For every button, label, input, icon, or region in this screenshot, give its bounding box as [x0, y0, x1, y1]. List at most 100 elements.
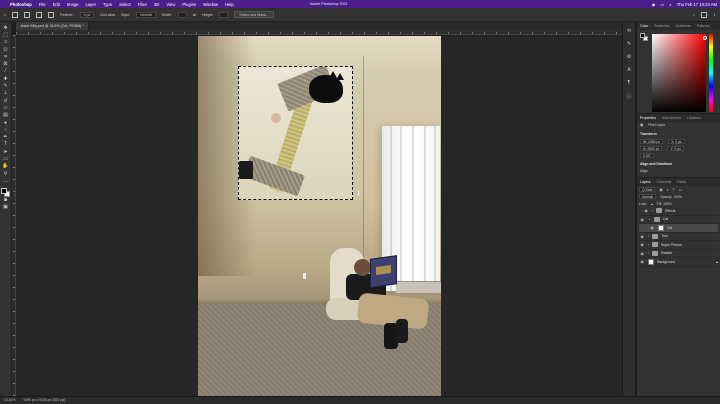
visibility-eye-icon[interactable]: ◉	[639, 242, 645, 247]
lasso-tool-icon[interactable]: ↄ	[2, 40, 9, 46]
visibility-eye-icon[interactable]: ◉	[639, 251, 645, 256]
tab-patterns[interactable]: Patterns	[697, 24, 710, 28]
menu-image[interactable]: Image	[67, 2, 79, 7]
eraser-tool-icon[interactable]: ▱	[2, 105, 9, 111]
fill-field[interactable]: Fill: 100%	[657, 202, 672, 206]
hand-tool-icon[interactable]: ✋	[2, 164, 9, 170]
style-select[interactable]: Normal	[136, 11, 156, 18]
tab-color[interactable]: Color	[640, 24, 648, 28]
visibility-eye-icon[interactable]: ◉	[639, 259, 645, 264]
zoom-tool-icon[interactable]: ⚲	[2, 171, 9, 177]
history-panel-icon[interactable]: ⟲	[627, 28, 631, 34]
opacity-field[interactable]: Opacity: 100%	[660, 195, 682, 199]
expand-chevron-icon[interactable]: ›	[648, 234, 649, 238]
type-tool-icon[interactable]: T	[2, 142, 9, 148]
heal-tool-icon[interactable]: ✚	[2, 76, 9, 82]
filter-pixel-icon[interactable]: ▣	[659, 188, 662, 192]
blur-tool-icon[interactable]: ●	[2, 120, 9, 126]
x-field[interactable]: X: 0 px	[668, 139, 685, 144]
frame-tool-icon[interactable]: ⊠	[2, 61, 9, 67]
menu-filter[interactable]: Filter	[138, 2, 147, 7]
visibility-eye-icon[interactable]: ◉	[649, 225, 655, 230]
menu-help[interactable]: Help	[225, 2, 234, 7]
lock-icon[interactable]: 🔒︎	[651, 202, 653, 206]
select-and-mask-button[interactable]: Select and Mask...	[234, 11, 274, 18]
layer-row-background[interactable]: ◉ Background 🔒︎	[639, 258, 718, 267]
filter-adjust-icon[interactable]: ◐	[667, 188, 669, 192]
color-picker-field[interactable]	[652, 34, 707, 112]
workspace-icon[interactable]	[700, 11, 707, 18]
layer-kind-filter[interactable]: Q Kind	[639, 187, 656, 192]
move-tool-icon[interactable]: ✥	[2, 25, 9, 31]
y-field[interactable]: Y: 0 px	[667, 146, 684, 151]
panel-foreground-swatch[interactable]	[640, 33, 645, 38]
filter-shape-icon[interactable]: ▭	[679, 188, 682, 192]
swap-icon[interactable]: ⇄	[193, 13, 196, 17]
tab-gradients[interactable]: Gradients	[676, 24, 691, 28]
menu-layer[interactable]: Layer	[85, 2, 95, 7]
new-selection-icon[interactable]	[24, 11, 31, 18]
subtract-selection-icon[interactable]	[48, 11, 55, 18]
marquee-tool-icon[interactable]: ⬚	[2, 32, 9, 38]
visibility-eye-icon[interactable]: ◉	[639, 234, 645, 239]
angle-field[interactable]: 0.00°	[640, 153, 654, 158]
character-panel-icon[interactable]: A	[627, 67, 630, 73]
lock-icon[interactable]: 🔒︎	[716, 260, 718, 264]
brush-tool-icon[interactable]: ✎	[2, 83, 9, 89]
filter-type-icon[interactable]: T	[673, 188, 675, 192]
document-tab[interactable]: Jewel Kitty.psd @ 16.8% (Cat, RGB/8) *	[16, 22, 89, 30]
dodge-tool-icon[interactable]: ○	[2, 127, 9, 133]
shape-tool-icon[interactable]: ▭	[2, 156, 9, 162]
width-field[interactable]: W: 2496 px	[640, 139, 664, 144]
menu-3d[interactable]: 3D	[154, 2, 159, 7]
width-input[interactable]	[177, 11, 187, 18]
more-tools-icon[interactable]: …	[2, 178, 9, 184]
history-brush-tool-icon[interactable]: ↺	[2, 98, 9, 104]
tab-libraries[interactable]: Libraries	[687, 116, 700, 120]
tab-swatches[interactable]: Swatches	[654, 24, 669, 28]
document-size[interactable]: 5496 px x 9438 px (300 ppi)	[24, 397, 66, 404]
color-swatches[interactable]	[1, 187, 10, 197]
hue-slider[interactable]	[709, 34, 713, 112]
menu-clock[interactable]: Thu Feb 17 10:23 AM	[677, 2, 717, 7]
transform-section[interactable]: Transform	[640, 131, 717, 138]
height-field[interactable]: H: 2694 px	[640, 146, 663, 151]
wifi-icon[interactable]: ◉	[652, 2, 656, 7]
menu-file[interactable]: File	[39, 2, 46, 7]
layer-row-tree[interactable]: ◉ › Tree	[639, 233, 718, 241]
tab-layers[interactable]: Layers	[640, 180, 651, 184]
menu-view[interactable]: View	[166, 2, 175, 7]
expand-chevron-icon[interactable]: ›	[648, 251, 649, 255]
layer-row-reader[interactable]: ◉ › Reader	[639, 250, 718, 258]
canvas-workspace[interactable]	[16, 35, 622, 396]
layer-row-super-person[interactable]: ◉ › Super Person	[639, 241, 718, 250]
menu-app-name[interactable]: Photoshop	[10, 2, 32, 7]
menu-plugins[interactable]: Plugins	[182, 2, 196, 7]
home-icon[interactable]: ⌂	[4, 13, 6, 17]
menu-edit[interactable]: Edit	[53, 2, 60, 7]
search-icon[interactable]: ⌕	[669, 2, 671, 7]
brush-settings-icon[interactable]: ✎	[627, 41, 631, 47]
paragraph-panel-icon[interactable]: ¶	[628, 80, 631, 86]
screen-mode-icon[interactable]: ▣	[2, 205, 9, 211]
layer-row-cat-group[interactable]: ◉ ⌄ Cat	[639, 216, 718, 224]
gradient-tool-icon[interactable]: ▤	[2, 113, 9, 119]
document-canvas[interactable]	[198, 36, 441, 396]
rect-marquee-preset-icon[interactable]	[12, 11, 19, 18]
object-select-tool-icon[interactable]: ⊡	[2, 47, 9, 53]
search-icon[interactable]: ⌕	[693, 13, 695, 17]
foreground-color-swatch[interactable]	[1, 187, 7, 194]
expand-chevron-icon[interactable]: ⌄	[648, 217, 651, 221]
visibility-eye-icon[interactable]: ◉	[643, 208, 649, 213]
color-picker-handle[interactable]	[703, 36, 707, 40]
tab-properties[interactable]: Properties	[640, 116, 656, 120]
info-panel-icon[interactable]: ⓘ	[626, 93, 631, 100]
layer-row-cat[interactable]: ◉ Cat	[639, 224, 718, 233]
quick-mask-icon[interactable]: ◙	[2, 198, 9, 204]
visibility-eye-icon[interactable]: ◉	[639, 217, 645, 222]
expand-chevron-icon[interactable]: ›	[648, 243, 649, 247]
eyedropper-tool-icon[interactable]: ⁄	[2, 69, 9, 75]
antialias-checkbox[interactable]: Anti-alias	[100, 13, 115, 17]
path-select-tool-icon[interactable]: ➤	[2, 149, 9, 155]
feather-input[interactable]: 0 px	[79, 11, 95, 18]
